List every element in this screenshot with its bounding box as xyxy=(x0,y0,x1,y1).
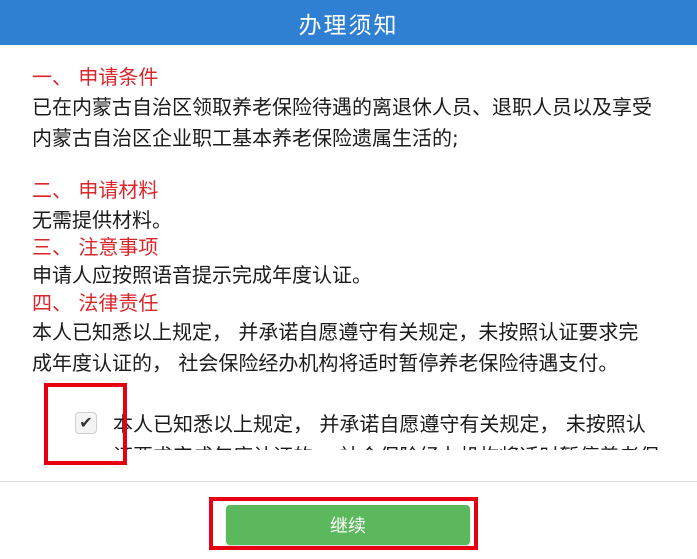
consent-row[interactable]: ✔ 本人已知悉以上规定， 并承诺自愿遵守有关规定， 未按照认证要求完成年度认证的… xyxy=(75,408,665,450)
section-title-notes: 三、 注意事项 xyxy=(32,235,159,259)
checkbox-highlight-box xyxy=(44,383,127,465)
section-title-legal: 四、 法律责任 xyxy=(32,291,159,315)
button-highlight-box xyxy=(209,497,478,550)
app-header: 办理须知 xyxy=(0,0,697,45)
section-body-conditions: 已在内蒙古自治区领取养老保险待遇的离退休人员、退职人员以及享受内蒙古自治区企业职… xyxy=(32,95,652,150)
section-title-conditions: 一、 申请条件 xyxy=(32,65,159,89)
section-body-materials: 无需提供材料。 xyxy=(32,208,172,232)
consent-label: 本人已知悉以上规定， 并承诺自愿遵守有关规定， 未按照认证要求完成年度认证的， … xyxy=(113,412,659,450)
section-body-notes: 申请人应按照语音提示完成年度认证。 xyxy=(32,263,372,287)
page-title: 办理须知 xyxy=(298,12,399,39)
section-body-legal: 本人已知悉以上规定， 并承诺自愿遵守有关规定，未按照认证要求完成年度认证的， 社… xyxy=(32,320,639,375)
footer-divider xyxy=(0,481,697,482)
section-title-materials: 二、 申请材料 xyxy=(32,178,159,202)
